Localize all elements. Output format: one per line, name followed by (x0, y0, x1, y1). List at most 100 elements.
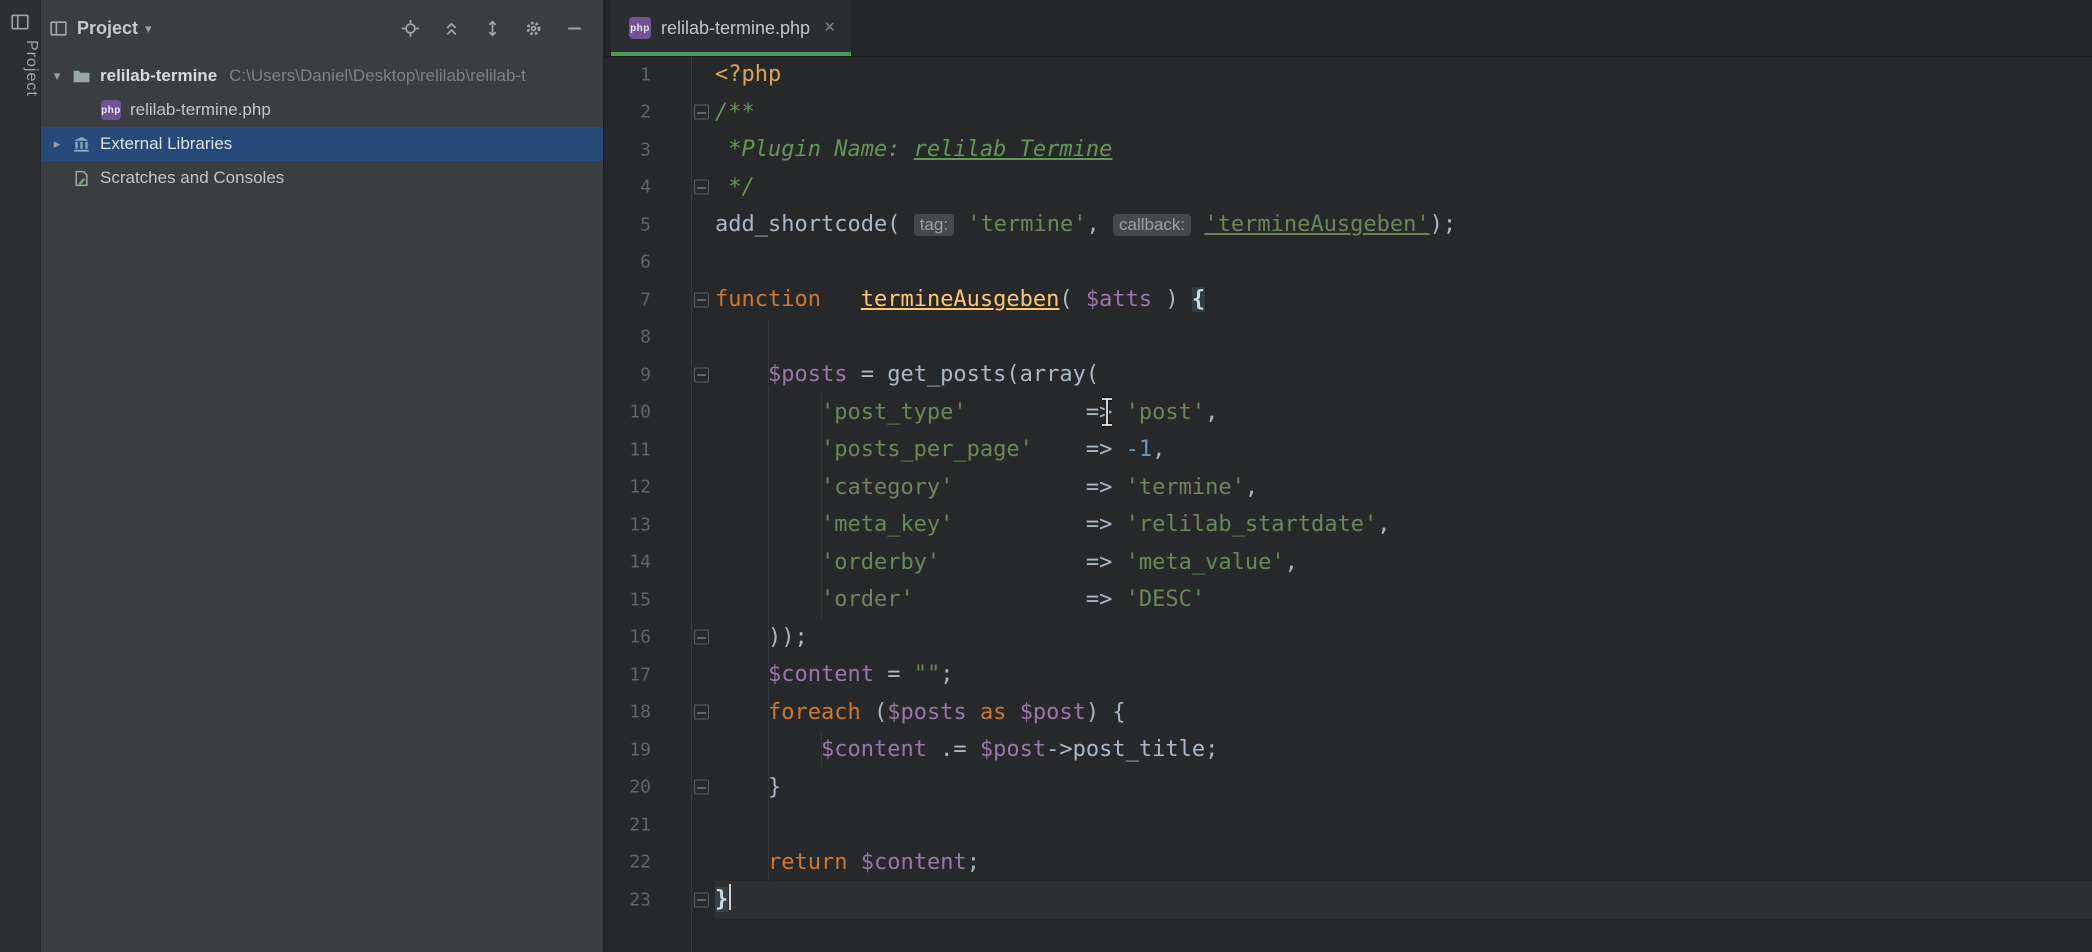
code-token: 'order' (821, 587, 914, 612)
code-line[interactable] (715, 806, 2092, 844)
line-number[interactable]: 16 (629, 627, 651, 648)
line-number[interactable]: 20 (629, 777, 651, 798)
fold-toggle-icon[interactable] (694, 105, 709, 120)
code-line[interactable]: add_shortcode( tag: 'termine', callback:… (715, 206, 2092, 244)
fold-toggle-icon[interactable] (694, 292, 709, 307)
code-line[interactable]: 'post_type' => 'post', (715, 394, 2092, 432)
code-line[interactable] (715, 319, 2092, 357)
project-view-dropdown[interactable]: Project ▾ (77, 18, 152, 39)
line-number[interactable]: 15 (629, 589, 651, 610)
tree-item-scratches-and-consoles[interactable]: Scratches and Consoles (41, 161, 603, 195)
line-number[interactable]: 17 (629, 664, 651, 685)
line-number[interactable]: 4 (640, 177, 651, 198)
code-line[interactable]: 'orderby' => 'meta_value', (715, 544, 2092, 582)
code-text-area[interactable]: <?php /** *Plugin Name: relilab Termine *… (711, 56, 2092, 952)
line-number[interactable]: 6 (640, 252, 651, 273)
fold-toggle-icon[interactable] (694, 180, 709, 195)
tab-close-icon[interactable]: × (824, 17, 835, 39)
hide-button[interactable] (561, 15, 587, 41)
code-token: ) { (1086, 700, 1126, 725)
tree-item-relilab-termine-folder[interactable]: ▾relilab-termineC:\Users\Daniel\Desktop\… (41, 59, 603, 93)
code-token (715, 700, 768, 725)
code-line[interactable]: */ (715, 169, 2092, 207)
folder-icon (69, 66, 93, 86)
gutter-row: 4 (604, 169, 711, 207)
code-token: <?php (715, 62, 781, 87)
code-line[interactable]: } (715, 769, 2092, 807)
fold-toggle-icon[interactable] (694, 892, 709, 907)
line-number[interactable]: 12 (629, 477, 651, 498)
gutter-row: 3 (604, 131, 711, 169)
code-token: ->post_title; (1046, 737, 1218, 762)
line-number[interactable]: 9 (640, 364, 651, 385)
code-token: return (768, 850, 847, 875)
project-stripe-icon[interactable] (10, 12, 30, 32)
line-number[interactable]: 23 (629, 889, 651, 910)
code-token: => (953, 512, 1125, 537)
line-number[interactable]: 3 (640, 139, 651, 160)
chevron-right-icon[interactable]: ▸ (45, 136, 69, 152)
php-icon: php (99, 100, 123, 120)
code-line[interactable]: $content .= $post->post_title; (715, 731, 2092, 769)
code-line[interactable]: foreach ($posts as $post) { (715, 694, 2092, 732)
code-line[interactable]: function termineAusgeben( $atts ) { (715, 281, 2092, 319)
code-line[interactable]: 'order' => 'DESC' (715, 581, 2092, 619)
line-number[interactable]: 1 (640, 64, 651, 85)
fold-toggle-icon[interactable] (694, 630, 709, 645)
code-line[interactable]: return $content; (715, 844, 2092, 882)
project-panel-header: Project ▾ (41, 0, 603, 56)
line-number[interactable]: 19 (629, 739, 651, 760)
line-number[interactable]: 21 (629, 814, 651, 835)
code-token: relilab Termine (914, 137, 1113, 162)
gutter-row: 22 (604, 844, 711, 882)
code-line[interactable]: $posts = get_posts(array( (715, 356, 2092, 394)
code-line[interactable]: 'meta_key' => 'relilab_startdate', (715, 506, 2092, 544)
fold-toggle-icon[interactable] (694, 367, 709, 382)
line-number[interactable]: 7 (640, 289, 651, 310)
code-token: as (980, 700, 1007, 725)
line-number[interactable]: 13 (629, 514, 651, 535)
code-line[interactable]: 'posts_per_page' => -1, (715, 431, 2092, 469)
editor-area: php relilab-termine.php × 12345678910111… (604, 0, 2092, 952)
line-number[interactable]: 8 (640, 327, 651, 348)
fold-toggle-icon[interactable] (694, 780, 709, 795)
code-line[interactable]: *Plugin Name: relilab Termine (715, 131, 2092, 169)
code-token: $post (1020, 700, 1086, 725)
line-number[interactable]: 2 (640, 102, 651, 123)
library-icon (69, 134, 93, 154)
tree-item-relilab-termine-php[interactable]: phprelilab-termine.php (41, 93, 603, 127)
settings-button[interactable] (520, 15, 546, 41)
code-token (1191, 212, 1204, 237)
code-line[interactable]: } (715, 881, 2092, 919)
locate-button[interactable] (397, 15, 423, 41)
tree-item-path: C:\Users\Daniel\Desktop\relilab\relilab-… (229, 66, 603, 86)
line-number[interactable]: 5 (640, 214, 651, 235)
line-number[interactable]: 10 (629, 402, 651, 423)
gutter-row: 15 (604, 581, 711, 619)
line-number[interactable]: 11 (629, 439, 651, 460)
code-line[interactable] (715, 244, 2092, 282)
parameter-hint: callback: (1113, 214, 1191, 236)
code-line[interactable]: $content = ""; (715, 656, 2092, 694)
expand-collapse-button[interactable] (479, 15, 505, 41)
code-line[interactable]: /** (715, 94, 2092, 132)
project-stripe-label[interactable]: Project (0, 40, 40, 97)
code-line[interactable]: 'category' => 'termine', (715, 469, 2092, 507)
scratch-icon (69, 168, 93, 188)
code-token: { (1192, 287, 1205, 312)
line-number[interactable]: 22 (629, 852, 651, 873)
code-editor[interactable]: 1234567891011121314151617181920212223 <?… (604, 56, 2092, 952)
code-line[interactable]: <?php (715, 56, 2092, 94)
gutter-row: 12 (604, 469, 711, 507)
line-number[interactable]: 18 (629, 702, 651, 723)
project-view-icon (49, 19, 68, 38)
tab-relilab-termine-php[interactable]: php relilab-termine.php × (611, 0, 851, 56)
code-line[interactable]: )); (715, 619, 2092, 657)
fold-toggle-icon[interactable] (694, 705, 709, 720)
code-token: , (1245, 475, 1258, 500)
line-number[interactable]: 14 (629, 552, 651, 573)
gutter-row: 9 (604, 356, 711, 394)
tree-item-external-libraries[interactable]: ▸External Libraries (41, 127, 603, 161)
chevron-down-icon[interactable]: ▾ (45, 68, 69, 84)
collapse-all-button[interactable] (438, 15, 464, 41)
